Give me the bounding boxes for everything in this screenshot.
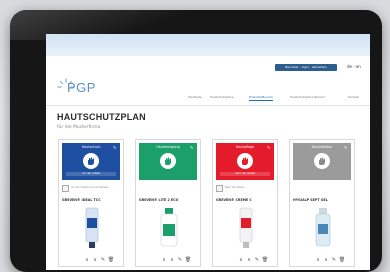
product-name: HYGIALP SEPT GEL — [293, 198, 328, 202]
card-header: Desinfektion ✎ — [293, 143, 351, 180]
move-down-icon[interactable]: ∨ — [83, 257, 91, 264]
language-switcher[interactable]: de · en — [347, 64, 361, 69]
product-name: GREVEN® LITE 2 ECO — [139, 198, 179, 202]
timing-icon — [216, 185, 223, 192]
card-header: Hautreinigung ✎ — [139, 143, 197, 180]
card-category: Desinfektion — [311, 145, 333, 149]
hand-disinfect-icon — [319, 157, 325, 165]
logo[interactable]: PGP — [67, 80, 96, 95]
move-up-icon[interactable]: ∧ — [245, 257, 253, 264]
move-down-icon[interactable]: ∨ — [160, 257, 168, 264]
page-title: HAUTSCHUTZPLAN — [57, 112, 146, 122]
card-controls: ∨ ∧ ✎ 🗑 — [237, 257, 277, 264]
product-bottle-image — [160, 208, 178, 247]
delete-icon[interactable]: 🗑 — [107, 257, 115, 264]
move-up-icon[interactable]: ∧ — [168, 257, 176, 264]
timing-icon — [62, 185, 69, 192]
hand-protect-icon — [88, 157, 94, 165]
product-tube-image — [85, 207, 99, 248]
nav-item-hautschutzplaene-bereich[interactable]: Hautschutzpläne Bereich — [290, 95, 325, 99]
nav-divider — [46, 105, 370, 106]
edit-icon[interactable]: ✎ — [113, 145, 118, 150]
product-name: GREVEN® IDEAL TCC — [62, 198, 101, 202]
tablet-screen: Benutzer · login · abmelden de · en PGP … — [46, 34, 370, 270]
card-icon-circle — [237, 153, 253, 169]
card-timing: nach der Arbeit — [220, 172, 270, 176]
card-header: Hautpflege ✎ nach der Arbeit — [216, 143, 274, 180]
plan-card-hautschutz: Hautschutz ✎ vor der Arbeit Vor der Arbe… — [58, 139, 124, 267]
nav-item-produkte[interactable]: Produkte/Bereich — [249, 95, 273, 101]
move-down-icon[interactable]: ∨ — [237, 257, 245, 264]
card-controls: ∨ ∧ ✎ 🗑 — [314, 257, 354, 264]
move-up-icon[interactable]: ∧ — [322, 257, 330, 264]
delete-icon[interactable]: 🗑 — [261, 257, 269, 264]
card-icon-circle — [314, 153, 330, 169]
tablet-frame: Benutzer · login · abmelden de · en PGP … — [10, 10, 382, 272]
delete-icon[interactable]: 🗑 — [338, 257, 346, 264]
card-info: Nach der Arbeit — [216, 185, 276, 193]
edit-icon[interactable]: ✎ — [267, 145, 272, 150]
hand-care-icon — [242, 157, 248, 165]
card-icon-circle — [160, 153, 176, 169]
card-info: Vor der Arbeit und nach Pausen — [62, 185, 122, 193]
nav-item-hautschutzplaene[interactable]: Hautschutzpläne — [210, 95, 234, 99]
edit-product-icon[interactable]: ✎ — [253, 257, 261, 264]
delete-icon[interactable]: 🗑 — [184, 257, 192, 264]
product-bottle-image — [315, 208, 331, 247]
top-bar — [46, 34, 370, 56]
plan-card-desinfektion: Desinfektion ✎ HYGIALP SEPT GEL ∨ ∧ ✎ 🗑 — [289, 139, 355, 267]
product-tube-image — [239, 207, 253, 248]
card-info-text: Vor der Arbeit und nach Pausen — [71, 186, 109, 189]
hand-clean-icon — [165, 157, 171, 165]
edit-product-icon[interactable]: ✎ — [99, 257, 107, 264]
edit-product-icon[interactable]: ✎ — [330, 257, 338, 264]
main-navigation: Startseite Hautschutzpläne Produkte/Bere… — [188, 95, 370, 104]
card-category: Hautreinigung — [156, 145, 180, 149]
card-info-text: Nach der Arbeit — [225, 186, 244, 189]
nav-item-kontakt[interactable]: Kontakt — [348, 95, 359, 99]
plan-card-hautpflege: Hautpflege ✎ nach der Arbeit Nach der Ar… — [212, 139, 278, 267]
card-info — [293, 185, 353, 193]
edit-icon[interactable]: ✎ — [344, 145, 349, 150]
move-up-icon[interactable]: ∧ — [91, 257, 99, 264]
nav-item-startseite[interactable]: Startseite — [188, 95, 202, 99]
card-category: Hautschutz — [81, 145, 101, 149]
card-timing: vor der Arbeit — [66, 172, 116, 176]
move-down-icon[interactable]: ∨ — [314, 257, 322, 264]
card-category: Hautpflege — [235, 145, 255, 149]
product-name: GREVEN® CREME C — [216, 198, 252, 202]
card-header: Hautschutz ✎ vor der Arbeit — [62, 143, 120, 180]
page-subtitle: für die Musterfirma — [57, 125, 101, 130]
user-menu-button[interactable]: Benutzer · login · abmelden — [275, 64, 337, 71]
plan-card-hautreinigung: Hautreinigung ✎ GREVEN® LITE 2 ECO ∨ ∧ ✎ 🗑 — [135, 139, 201, 267]
edit-product-icon[interactable]: ✎ — [176, 257, 184, 264]
edit-icon[interactable]: ✎ — [190, 145, 195, 150]
card-controls: ∨ ∧ ✎ 🗑 — [83, 257, 123, 264]
card-info — [139, 185, 199, 193]
card-icon-circle — [83, 153, 99, 169]
card-controls: ∨ ∧ ✎ 🗑 — [160, 257, 200, 264]
